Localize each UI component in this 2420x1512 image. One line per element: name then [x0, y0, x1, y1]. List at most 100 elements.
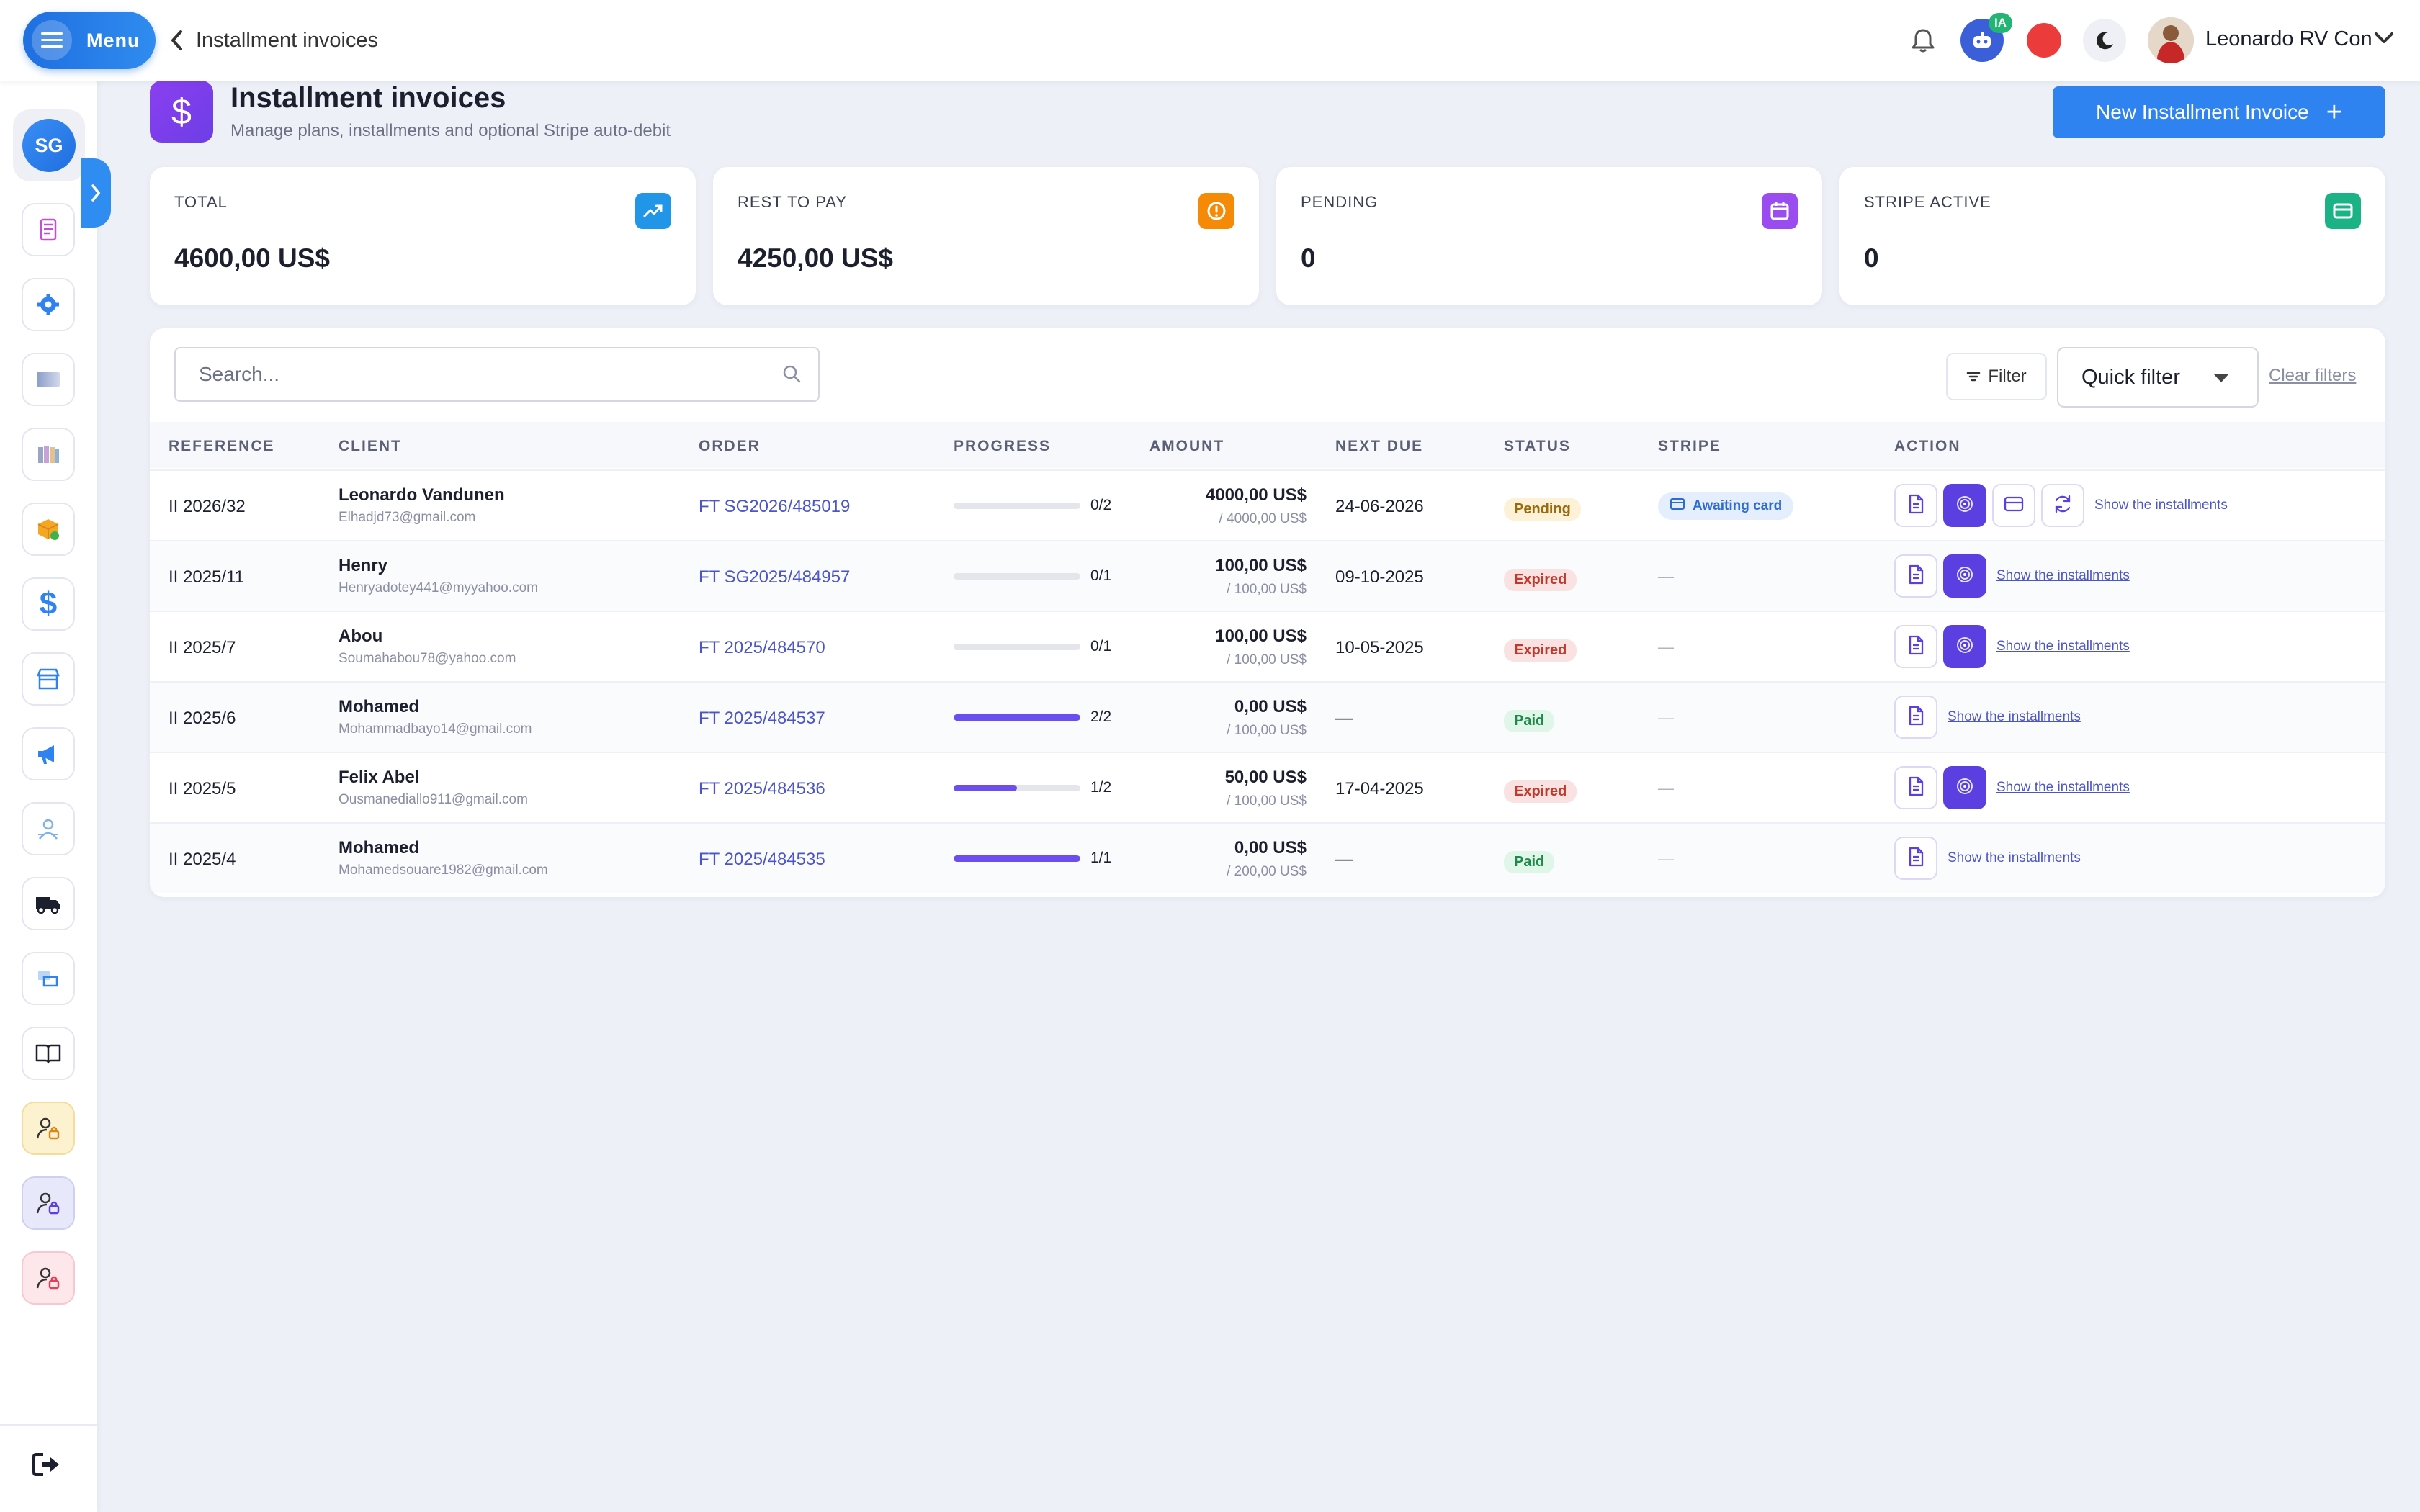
- sidebar-item-settings[interactable]: [22, 278, 75, 331]
- auto-debit-button[interactable]: [1943, 766, 1986, 809]
- user-lock-icon: [36, 1117, 60, 1140]
- bell-icon[interactable]: [1901, 19, 1945, 62]
- show-installments-link[interactable]: Show the installments: [1996, 780, 2130, 796]
- status-dot-icon[interactable]: [2022, 19, 2066, 62]
- search-input[interactable]: [199, 363, 761, 386]
- table-row[interactable]: II 2025/5 Felix Abel Ousmanediallo911@gmai…: [150, 752, 2385, 822]
- column-header[interactable]: CLIENT: [339, 438, 402, 455]
- card-icon: [37, 372, 60, 387]
- order-link[interactable]: FT 2025/484570: [699, 638, 825, 658]
- sidebar-expand-button[interactable]: [81, 158, 111, 228]
- menu-button[interactable]: Menu: [23, 12, 156, 69]
- show-installments-link[interactable]: Show the installments: [2094, 498, 2228, 513]
- stat-value: 4250,00 US$: [738, 243, 894, 273]
- auto-debit-button[interactable]: [1943, 625, 1986, 668]
- document-button[interactable]: [1894, 696, 1937, 739]
- refresh-icon: [2052, 493, 2074, 518]
- sidebar-item-team[interactable]: [22, 802, 75, 855]
- table-row[interactable]: II 2025/4 Mohamed Mohamedsouare1982@gmail.…: [150, 822, 2385, 893]
- progress-count: 1/1: [1090, 850, 1112, 866]
- page-title: Installment invoices: [230, 82, 506, 114]
- filter-button[interactable]: Filter: [1946, 353, 2047, 400]
- calendar-icon: [1762, 193, 1798, 229]
- sidebar-item-invoices[interactable]: [22, 203, 75, 256]
- column-header[interactable]: PROGRESS: [954, 438, 1051, 455]
- sidebar-item-payments[interactable]: [22, 353, 75, 406]
- sidebar-item-docs[interactable]: [22, 1027, 75, 1080]
- document-button[interactable]: [1894, 625, 1937, 668]
- table-row[interactable]: II 2025/11 Henry Henryadotey441@myyahoo.co…: [150, 540, 2385, 611]
- column-header[interactable]: REFERENCE: [169, 438, 275, 455]
- column-header[interactable]: STRIPE: [1658, 438, 1721, 455]
- stat-label: STRIPE ACTIVE: [1864, 193, 1991, 211]
- stripe-status: —: [1658, 779, 1674, 797]
- card-button[interactable]: [1992, 484, 2035, 527]
- order-link[interactable]: FT 2025/484535: [699, 850, 825, 870]
- amount: 100,00 US$: [1215, 626, 1307, 646]
- progress-bar: [954, 855, 1080, 862]
- auto-debit-button[interactable]: [1943, 484, 1986, 527]
- sidebar-item-user-lock-3[interactable]: [22, 1251, 75, 1305]
- order-link[interactable]: FT 2025/484537: [699, 708, 825, 729]
- ai-assistant-button[interactable]: IA: [1960, 13, 2012, 62]
- stripe-status: —: [1658, 850, 1674, 868]
- next-due-date: —: [1335, 708, 1353, 728]
- document-button[interactable]: [1894, 837, 1937, 880]
- stat-card-total: TOTAL 4600,00 US$: [150, 167, 696, 305]
- sidebar-item-delivery[interactable]: [22, 877, 75, 930]
- status-badge: Expired: [1504, 780, 1577, 803]
- show-installments-link[interactable]: Show the installments: [1948, 709, 2081, 725]
- progress-count: 0/2: [1090, 497, 1112, 513]
- document-button[interactable]: [1894, 766, 1937, 809]
- table-row[interactable]: II 2025/6 Mohamed Mohammadbayo14@gmail.com…: [150, 681, 2385, 752]
- new-installment-invoice-button[interactable]: New Installment Invoice +: [2053, 86, 2385, 138]
- back-link[interactable]: Installment invoices: [170, 22, 378, 59]
- caret-down-icon: [2214, 374, 2228, 382]
- auto-debit-button[interactable]: [1943, 554, 1986, 598]
- document-button[interactable]: [1894, 554, 1937, 598]
- progress-bar: [954, 785, 1080, 791]
- stat-card-stripe-active: STRIPE ACTIVE 0: [1839, 167, 2385, 305]
- chevron-down-icon[interactable]: [2374, 32, 2394, 45]
- avatar[interactable]: [2148, 17, 2194, 63]
- company-avatar[interactable]: SG: [13, 109, 85, 181]
- clear-filters-link[interactable]: Clear filters: [2269, 366, 2356, 386]
- column-header[interactable]: ORDER: [699, 438, 761, 455]
- sidebar-item-marketing[interactable]: [22, 727, 75, 780]
- stat-label: TOTAL: [174, 193, 228, 211]
- client-name: Henry: [339, 556, 388, 575]
- show-installments-link[interactable]: Show the installments: [1996, 568, 2130, 584]
- order-link[interactable]: FT 2025/484536: [699, 779, 825, 799]
- column-header[interactable]: ACTION: [1894, 438, 1961, 455]
- sidebar-item-store[interactable]: [22, 652, 75, 706]
- dark-mode-toggle[interactable]: [2083, 19, 2126, 62]
- stat-value: 4600,00 US$: [174, 243, 331, 273]
- stat-label: PENDING: [1301, 193, 1379, 211]
- sidebar-item-user-lock-2[interactable]: [22, 1176, 75, 1230]
- client-email: Henryadotey441@myyahoo.com: [339, 580, 538, 595]
- sidebar-item-library[interactable]: [22, 428, 75, 481]
- table-row[interactable]: II 2026/32 Leonardo Vandunen Elhadjd73@gma…: [150, 469, 2385, 540]
- logout-icon[interactable]: [32, 1452, 63, 1481]
- reference: II 2025/4: [169, 850, 236, 869]
- search-icon[interactable]: [781, 363, 802, 384]
- column-header[interactable]: NEXT DUE: [1335, 438, 1423, 455]
- client-email: Mohamedsouare1982@gmail.com: [339, 863, 548, 878]
- sidebar-item-finance[interactable]: $: [22, 577, 75, 631]
- sidebar-item-products[interactable]: [22, 503, 75, 556]
- column-header[interactable]: STATUS: [1504, 438, 1571, 455]
- user-lock-icon: [36, 1192, 60, 1215]
- table-row[interactable]: II 2025/7 Abou Soumahabou78@yahoo.com FT 20…: [150, 611, 2385, 681]
- order-link[interactable]: FT SG2025/484957: [699, 567, 850, 588]
- order-link[interactable]: FT SG2026/485019: [699, 497, 850, 517]
- column-header[interactable]: AMOUNT: [1150, 438, 1224, 455]
- document-button[interactable]: [1894, 484, 1937, 527]
- show-installments-link[interactable]: Show the installments: [1996, 639, 2130, 654]
- sidebar-item-shipping[interactable]: [22, 952, 75, 1005]
- quick-filter-select[interactable]: Quick filter: [2057, 347, 2259, 408]
- user-name[interactable]: Leonardo RV Con: [2205, 27, 2372, 51]
- show-installments-link[interactable]: Show the installments: [1948, 850, 2081, 866]
- table-header: REFERENCE CLIENT ORDER PROGRESS AMOUNT N…: [150, 422, 2385, 468]
- refresh-button[interactable]: [2041, 484, 2084, 527]
- sidebar-item-user-lock-1[interactable]: [22, 1102, 75, 1155]
